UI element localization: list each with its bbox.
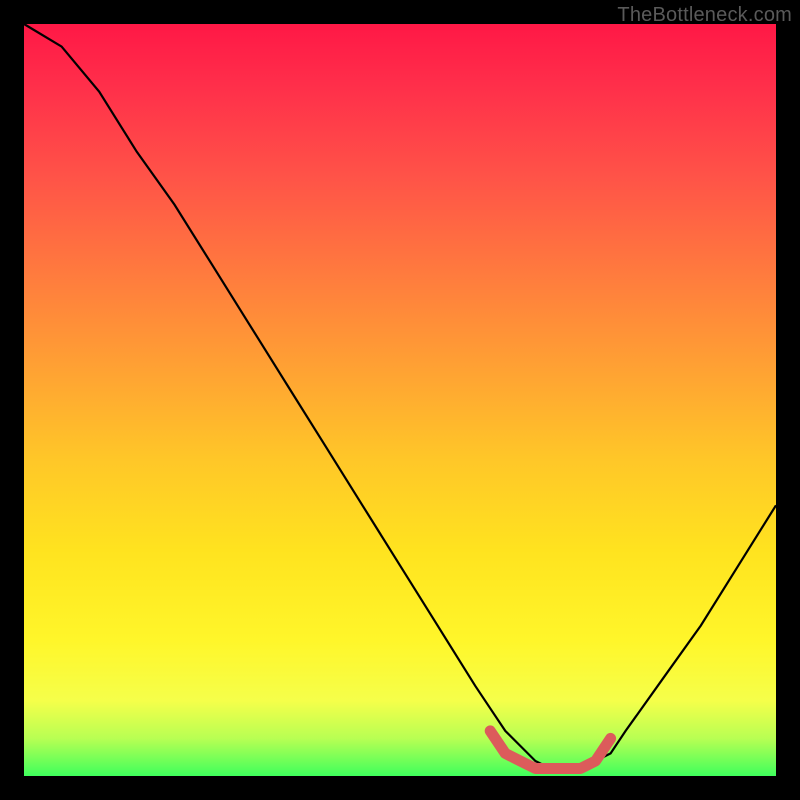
bottleneck-curve-line [24, 24, 776, 769]
chart-frame [24, 24, 776, 776]
optimal-band-line [490, 731, 610, 769]
chart-svg [24, 24, 776, 776]
